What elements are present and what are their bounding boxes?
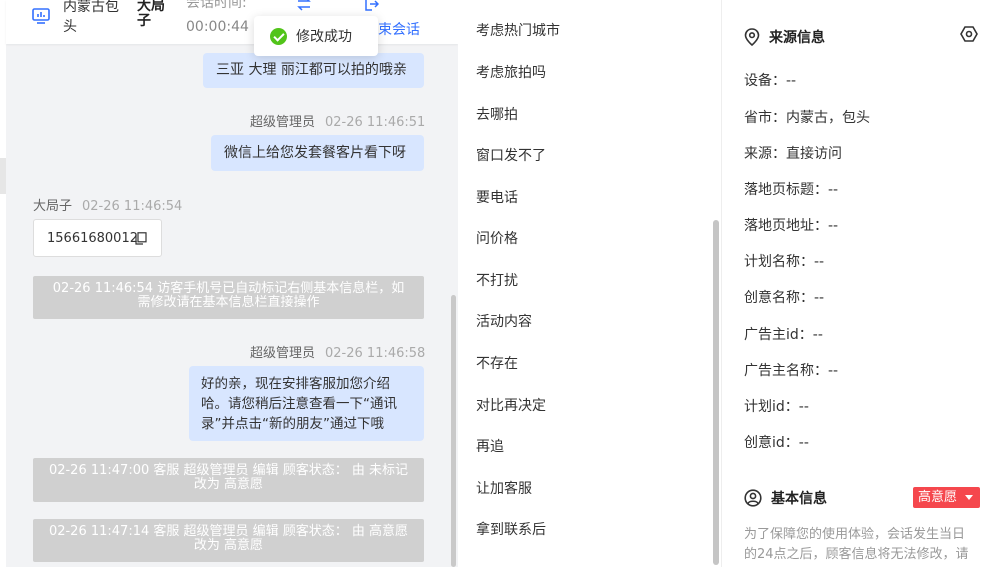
message-meta: 超级管理员 02-26 11:46:58 [250, 342, 425, 361]
session-time-label: 会话时间: [186, 0, 247, 11]
message-sender: 大局子 [33, 199, 73, 214]
collapse-handle[interactable] [0, 158, 6, 194]
quick-reply-item[interactable]: 对比再决定 [476, 395, 546, 415]
info-field-device: 设备：-- [744, 73, 797, 89]
exit-icon[interactable] [363, 0, 379, 12]
system-notice: 02-26 11:46:54 访客手机号已自动标记右侧基本信息栏，如需修改请在基… [33, 276, 424, 319]
basic-info-header: 基本信息 [744, 488, 827, 508]
basic-info-title: 基本信息 [771, 491, 827, 507]
monitor-icon [32, 8, 50, 24]
end-session-button[interactable]: 束会话 [378, 19, 420, 39]
quick-reply-item[interactable]: 考虑热门城市 [476, 20, 560, 40]
quick-reply-item[interactable]: 考虑旅拍吗 [476, 62, 546, 82]
agent-message-bubble: 好的亲，现在安排客服加您介绍哈。请您稍后注意查看一下“通讯录”并点击“新的朋友”… [189, 366, 424, 441]
quick-reply-item[interactable]: 不打扰 [476, 270, 518, 290]
info-field-advertiser-id: 广告主id：-- [744, 327, 823, 343]
info-field-creative-id: 创意id：-- [744, 435, 809, 451]
customer-name: 大局子 [137, 0, 165, 29]
message-meta: 超级管理员 02-26 11:46:51 [250, 111, 425, 130]
quick-reply-item[interactable]: 要电话 [476, 187, 518, 207]
user-circle-icon [744, 489, 762, 507]
intent-status-label: 高意愿 [918, 490, 958, 505]
source-info-title: 来源信息 [769, 30, 825, 46]
info-field-province-city: 省市：内蒙古，包头 [744, 110, 870, 126]
info-field-source: 来源：直接访问 [744, 146, 842, 162]
session-time-value: 00:00:44 [186, 19, 249, 35]
customer-info-panel: 来源信息 设备：-- 省市：内蒙古，包头 来源：直接访问 落地页标题：-- 落地… [722, 0, 987, 567]
source-info-header: 来源信息 [744, 27, 825, 47]
info-field-plan-id: 计划id：-- [744, 399, 809, 415]
info-field-plan-name: 计划名称：-- [744, 254, 825, 270]
intent-status-dropdown[interactable]: 高意愿 [913, 487, 980, 508]
info-field-landing-title: 落地页标题：-- [744, 182, 839, 198]
chat-panel: 内蒙古包头 大局子 会话时间: 00:00:44 束会话 修改成功 三亚 大理 … [0, 0, 458, 567]
message-time: 02-26 11:46:54 [82, 199, 183, 214]
quick-reply-panel: 考虑热门城市 考虑旅拍吗 去哪拍 窗口发不了 要电话 问价格 不打扰 活动内容 … [458, 0, 722, 567]
swap-icon[interactable] [296, 0, 312, 11]
message-meta: 大局子 02-26 11:46:54 [33, 195, 182, 214]
customer-phone-number: 15661680012 [47, 231, 138, 246]
quick-reply-item[interactable]: 活动内容 [476, 311, 532, 331]
system-notice: 02-26 11:47:00 客服 超级管理员 编辑 顾客状态： 由 未标记 改… [33, 458, 424, 502]
message-sender: 超级管理员 [250, 346, 316, 361]
location-pin-icon [744, 28, 760, 46]
quick-reply-item[interactable]: 窗口发不了 [476, 145, 546, 165]
quick-reply-item[interactable]: 再追 [476, 436, 504, 456]
chat-left-strip [0, 0, 6, 567]
agent-message-bubble: 微信上给您发套餐客片看下呀 [211, 135, 424, 171]
chat-header: 内蒙古包头 大局子 会话时间: 00:00:44 束会话 [6, 0, 458, 44]
edit-deadline-notice: 为了保障您的使用体验，会话发生当日的24点之后，顾客信息将无法修改，请 [744, 527, 969, 562]
system-notice: 02-26 11:47:14 客服 超级管理员 编辑 顾客状态： 由 高意愿 改… [33, 519, 424, 562]
quick-reply-item[interactable]: 问价格 [476, 228, 518, 248]
info-field-landing-url: 落地页地址：-- [744, 218, 839, 234]
settings-hex-icon[interactable] [960, 25, 978, 43]
success-toast: 修改成功 [254, 16, 378, 56]
agent-message-bubble: 三亚 大理 丽江都可以拍的哦亲 [203, 53, 424, 88]
message-time: 02-26 11:46:51 [325, 115, 426, 130]
caret-down-icon [965, 495, 973, 500]
message-time: 02-26 11:46:58 [325, 346, 426, 361]
info-field-advertiser-name: 广告主名称：-- [744, 363, 839, 379]
toast-text: 修改成功 [296, 29, 352, 45]
quick-reply-item[interactable]: 去哪拍 [476, 104, 518, 124]
copy-icon[interactable] [135, 232, 147, 245]
message-sender: 超级管理员 [250, 115, 316, 130]
quick-reply-item[interactable]: 不存在 [476, 353, 518, 373]
visitor-source-name: 内蒙古包头 [63, 0, 119, 35]
check-circle-icon [270, 27, 287, 45]
quick-reply-item[interactable]: 拿到联系后 [476, 519, 546, 539]
quick-reply-item[interactable]: 让加客服 [476, 478, 532, 498]
chat-scrollbar[interactable] [451, 295, 456, 567]
quick-reply-scrollbar[interactable] [713, 220, 719, 565]
customer-phone-message: 15661680012 [33, 219, 162, 257]
info-field-creative-name: 创意名称：-- [744, 290, 825, 306]
